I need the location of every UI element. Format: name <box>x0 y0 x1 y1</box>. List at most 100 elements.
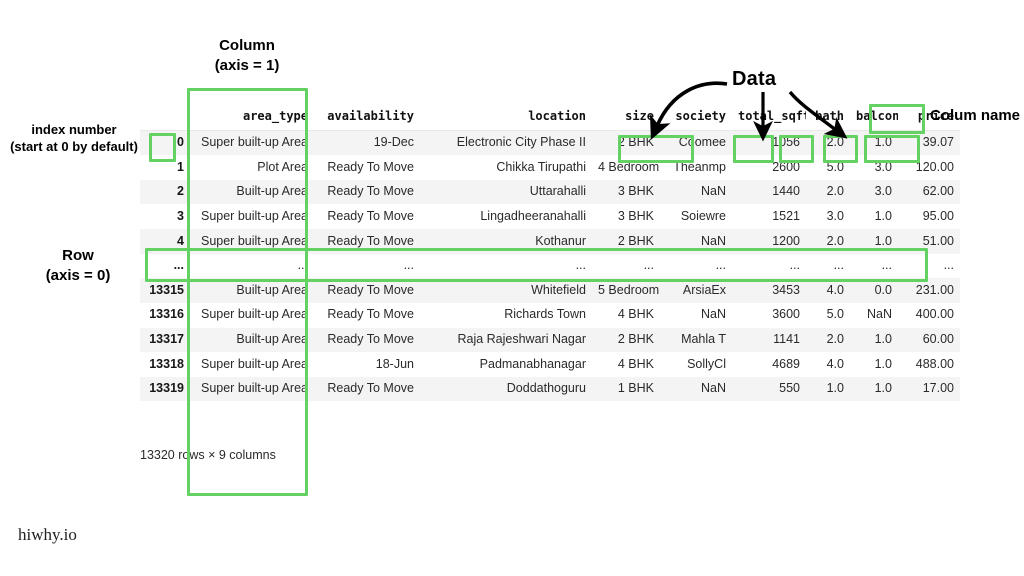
cell-balcony: 1.0 <box>874 135 892 149</box>
column-header-bath: bath <box>806 104 850 131</box>
row-index-cell: 4 <box>177 233 184 248</box>
cell-bath: 5.0 <box>826 307 844 322</box>
cell-balcony: 0.0 <box>874 282 892 297</box>
cell-society: ... <box>715 258 726 273</box>
cell-area_type: Super built-up Area <box>200 233 308 248</box>
cell-total_sqft: 3600 <box>772 307 800 322</box>
cell-society: Soiewre <box>680 208 726 223</box>
row-index-cell: 1 <box>177 159 184 174</box>
cell-area_type: Super built-up Area <box>200 208 308 223</box>
cell-availability: Ready To Move <box>327 159 414 174</box>
cell-society: Theanmp <box>673 159 726 174</box>
cell-size: 3 BHK <box>617 208 654 223</box>
cell-society: Mahla T <box>681 332 726 346</box>
cell-area_type: Super built-up Area <box>200 381 308 396</box>
cell-society: NaN <box>700 233 726 248</box>
cell-price: 95.00 <box>922 208 954 223</box>
cell-balcony: 1.0 <box>874 332 892 346</box>
cell-size: 5 Bedroom <box>598 282 660 297</box>
cell-society: NaN <box>700 307 726 322</box>
annotation-column-line2: (axis = 1) <box>214 56 280 74</box>
cell-price: 400.00 <box>915 307 954 322</box>
cell-price: 231.00 <box>915 282 954 297</box>
table-row: 1 Plot Area Ready To Move Chikka Tirupathi 4… <box>140 155 960 180</box>
column-header-total_sqft: total_sqft <box>732 104 806 131</box>
cell-total_sqft: 1521 <box>772 208 800 223</box>
cell-bath: 4.0 <box>826 282 844 297</box>
column-header-size: size <box>592 104 660 131</box>
cell-area_type: Built-up Area <box>236 332 308 346</box>
column-header-society: society <box>660 104 732 131</box>
cell-balcony: 1.0 <box>874 233 892 248</box>
table-row: 3 Super built-up Area Ready To Move Lingadh… <box>140 204 960 229</box>
cell-location: Chikka Tirupathi <box>496 159 586 174</box>
annotation-row: Row (axis = 0) <box>18 246 138 285</box>
cell-bath: 2.0 <box>826 135 844 149</box>
cell-balcony: 3.0 <box>874 184 892 199</box>
cell-total_sqft: 1440 <box>772 184 800 199</box>
cell-location: Raja Rajeshwari Nagar <box>457 332 586 346</box>
cell-area_type: Super built-up Area <box>200 135 308 149</box>
cell-location: Doddathoguru <box>506 381 586 396</box>
cell-society: ArsiaEx <box>682 282 726 297</box>
table-row: 4 Super built-up Area Ready To Move Kothanu… <box>140 229 960 254</box>
cell-size: 3 BHK <box>617 184 654 199</box>
cell-bath: ... <box>833 258 844 273</box>
cell-area_type: Built-up Area <box>236 282 308 297</box>
cell-total_sqft: 3453 <box>772 282 800 297</box>
cell-availability: ... <box>403 258 414 273</box>
column-header-availability: availability <box>314 104 420 131</box>
cell-total_sqft: ... <box>789 258 800 273</box>
row-index-cell: 13315 <box>149 282 184 297</box>
cell-society: SollyCl <box>687 356 726 371</box>
row-index-cell: 3 <box>177 208 184 223</box>
cell-total_sqft: 2600 <box>772 159 800 174</box>
cell-bath: 2.0 <box>826 332 844 346</box>
cell-size: 1 BHK <box>617 381 654 396</box>
table-body: 0 Super built-up Area 19-Dec Electronic Cit… <box>140 130 960 402</box>
column-header-area_type: area_type <box>190 104 314 131</box>
row-index-cell: 13317 <box>149 332 184 346</box>
cell-location: Kothanur <box>535 233 586 248</box>
cell-society: Coomee <box>678 135 726 149</box>
cell-price: 39.07 <box>922 135 954 149</box>
dataframe-table: area_type availability location size soc… <box>140 104 960 402</box>
cell-balcony: 1.0 <box>874 381 892 396</box>
cell-availability: Ready To Move <box>327 332 414 346</box>
cell-bath: 1.0 <box>826 381 844 396</box>
cell-size: 4 BHK <box>617 356 654 371</box>
table-row: .............................. <box>140 253 960 279</box>
cell-location: Uttarahalli <box>529 184 586 199</box>
cell-balcony: 1.0 <box>874 356 892 371</box>
cell-total_sqft: 1056 <box>772 135 800 149</box>
cell-bath: 2.0 <box>826 184 844 199</box>
row-index-cell: 2 <box>177 184 184 199</box>
table-row: 13318 Super built-up Area 18-Jun Padmanabha… <box>140 352 960 377</box>
cell-availability: Ready To Move <box>327 208 414 223</box>
table-row: 13319 Super built-up Area Ready To Move Dod… <box>140 376 960 402</box>
cell-location: Electronic City Phase II <box>456 135 586 149</box>
table-header: area_type availability location size soc… <box>140 104 960 131</box>
cell-price: 62.00 <box>922 184 954 199</box>
cell-location: Richards Town <box>504 307 586 322</box>
cell-price: 120.00 <box>915 159 954 174</box>
cell-size: 2 BHK <box>617 135 654 149</box>
cell-availability: Ready To Move <box>327 307 414 322</box>
cell-society: NaN <box>700 184 726 199</box>
annotation-row-line2: (axis = 0) <box>45 266 111 284</box>
cell-bath: 2.0 <box>826 233 844 248</box>
cell-area_type: Super built-up Area <box>200 307 308 322</box>
cell-availability: Ready To Move <box>327 282 414 297</box>
cell-availability: Ready To Move <box>327 381 414 396</box>
cell-area_type: Plot Area <box>257 159 308 174</box>
table-row: 13317 Built-up Area Ready To Move Raja Raje… <box>140 327 960 353</box>
cell-location: Padmanabhanagar <box>479 356 586 371</box>
cell-availability: 18-Jun <box>375 356 414 371</box>
cell-total_sqft: 1200 <box>772 233 800 248</box>
cell-bath: 4.0 <box>826 356 844 371</box>
cell-total_sqft: 1141 <box>773 332 800 346</box>
cell-balcony: 1.0 <box>874 208 892 223</box>
cell-size: 4 BHK <box>617 307 654 322</box>
cell-society: NaN <box>700 381 726 396</box>
cell-size: 2 BHK <box>617 233 654 248</box>
